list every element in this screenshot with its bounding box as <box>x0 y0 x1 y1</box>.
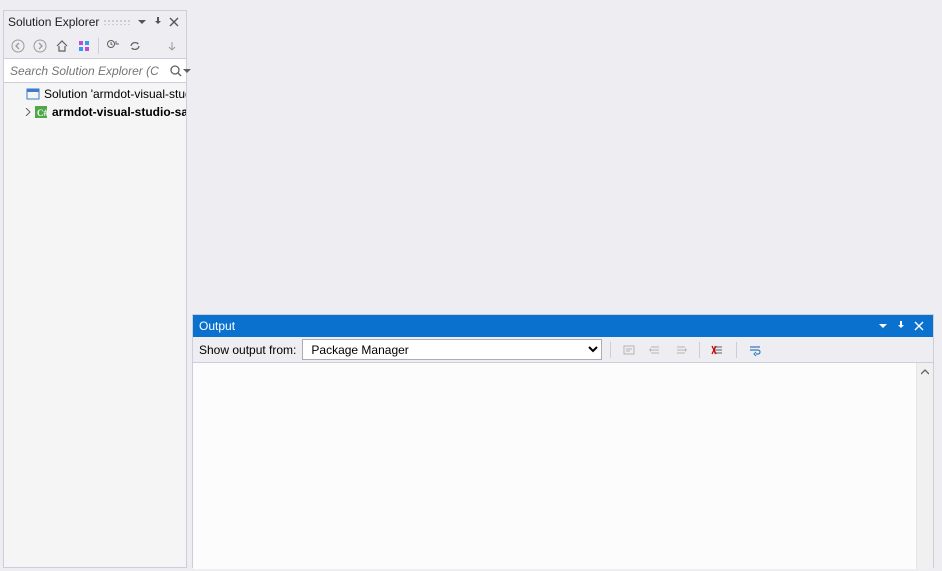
output-source-select[interactable]: Package Manager <box>302 339 602 360</box>
scroll-up-icon[interactable] <box>917 363 933 380</box>
vertical-scrollbar[interactable] <box>916 363 933 569</box>
output-title: Output <box>199 319 235 333</box>
solution-explorer-toolbar <box>4 33 186 59</box>
output-titlebar: Output <box>193 315 933 337</box>
separator-icon <box>610 342 611 358</box>
solution-explorer-title: Solution Explorer <box>8 15 99 29</box>
grip-icon <box>103 19 130 25</box>
home-icon[interactable] <box>52 36 72 56</box>
switch-views-icon[interactable] <box>74 36 94 56</box>
separator-icon <box>736 342 737 358</box>
search-dropdown-icon[interactable] <box>183 61 191 81</box>
separator-icon <box>699 342 700 358</box>
output-panel: Output Show output from: Package Manager <box>192 314 934 568</box>
solution-explorer-panel: Solution Explorer <box>3 10 187 568</box>
close-icon[interactable] <box>166 14 182 30</box>
find-message-icon <box>619 340 639 360</box>
solution-explorer-titlebar: Solution Explorer <box>4 11 186 33</box>
csharp-project-icon: C# <box>34 104 48 120</box>
search-icon[interactable] <box>169 61 183 81</box>
output-toolbar: Show output from: Package Manager <box>193 337 933 363</box>
project-node[interactable]: C# armdot-visual-studio-sa <box>4 103 186 121</box>
chevron-right-icon[interactable] <box>24 106 32 118</box>
solution-label: Solution 'armdot-visual-stud <box>44 87 186 101</box>
dropdown-icon[interactable] <box>875 318 891 334</box>
pending-changes-filter-icon[interactable] <box>103 36 123 56</box>
project-label: armdot-visual-studio-sa <box>52 105 186 119</box>
show-output-from-label: Show output from: <box>199 343 296 357</box>
solution-explorer-search-row <box>4 59 186 83</box>
goto-previous-icon <box>645 340 665 360</box>
goto-next-icon <box>671 340 691 360</box>
dropdown-icon[interactable] <box>134 14 150 30</box>
close-icon[interactable] <box>911 318 927 334</box>
sync-icon[interactable] <box>125 36 145 56</box>
toggle-word-wrap-icon[interactable] <box>745 340 765 360</box>
pin-icon[interactable] <box>893 318 909 334</box>
overflow-icon[interactable] <box>162 36 182 56</box>
output-text-area[interactable] <box>193 363 933 569</box>
separator-icon <box>98 38 99 54</box>
pin-icon[interactable] <box>150 14 166 30</box>
clear-all-icon[interactable] <box>708 340 728 360</box>
solution-explorer-tree: Solution 'armdot-visual-stud C# armdot-v… <box>4 83 186 123</box>
forward-icon[interactable] <box>30 36 50 56</box>
svg-text:C#: C# <box>37 108 48 118</box>
search-input[interactable] <box>8 63 169 79</box>
solution-node[interactable]: Solution 'armdot-visual-stud <box>4 85 186 103</box>
back-icon[interactable] <box>8 36 28 56</box>
solution-icon <box>26 86 40 102</box>
